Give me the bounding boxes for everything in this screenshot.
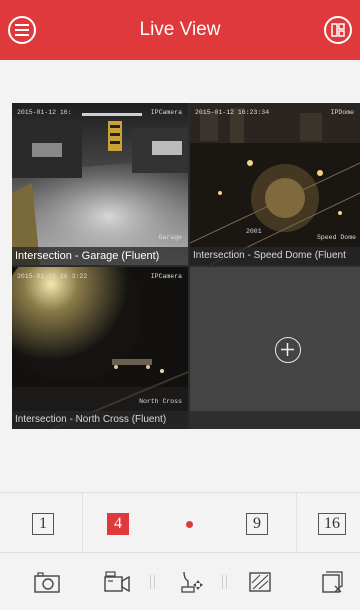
layout-selector-bar: 1 4 9 16 [0, 492, 360, 553]
quality-icon[interactable] [246, 569, 276, 595]
menu-icon[interactable] [8, 16, 36, 44]
live-view-screen: Live View 2015-01-12 16: IPCamera Garage… [0, 0, 360, 610]
toolbar-divider [150, 575, 155, 589]
pane-caption: Intersection - Garage (Fluent) [12, 247, 188, 265]
layout-16-button[interactable]: 16 [318, 513, 346, 535]
camera-name-overlay: IPCamera [150, 273, 182, 280]
camera-name-overlay: IPDome [330, 109, 354, 116]
pane-caption: Intersection - North Cross (Fluent) [12, 411, 188, 429]
timestamp-overlay: 2015-01-12 16 3:22 [17, 273, 88, 280]
location-overlay: North Cross [139, 398, 182, 405]
video-pane-speed-dome[interactable]: 2015-01-12 16:23:34 IPDome 2001 Speed Do… [190, 103, 360, 265]
toolbar-divider [222, 575, 227, 589]
close-all-icon[interactable] [318, 569, 348, 595]
video-pane-garage[interactable]: 2015-01-12 16: IPCamera Garage Intersect… [12, 103, 188, 265]
channel-number-overlay: 2001 [246, 228, 262, 235]
add-camera-icon[interactable] [275, 337, 301, 363]
location-overlay: Speed Dome [316, 234, 356, 241]
video-pane-north-cross[interactable]: 2015-01-12 16 3:22 IPCamera North Cross … [12, 267, 188, 429]
divider [82, 493, 83, 553]
pane-caption [190, 411, 360, 429]
ptz-icon[interactable] [176, 569, 206, 595]
timestamp-overlay: 2015-01-12 16: [17, 109, 72, 116]
header-bar: Live View [0, 0, 360, 60]
pane-caption: Intersection - Speed Dome (Fluent [190, 247, 360, 265]
bottom-toolbar [0, 552, 360, 610]
layout-9-button[interactable]: 9 [246, 513, 268, 535]
record-icon[interactable] [102, 569, 132, 595]
layout-4-button[interactable]: 4 [107, 513, 129, 535]
device-list-icon[interactable] [324, 16, 352, 44]
video-pane-empty[interactable] [190, 267, 360, 429]
capture-icon[interactable] [32, 569, 62, 595]
page-indicator-dot [186, 521, 193, 528]
page-title: Live View [139, 19, 221, 40]
layout-1-button[interactable]: 1 [32, 513, 54, 535]
location-overlay: Garage [158, 234, 182, 241]
divider [296, 493, 297, 553]
video-grid: 2015-01-12 16: IPCamera Garage Intersect… [12, 103, 360, 429]
timestamp-overlay: 2015-01-12 16:23:34 [195, 109, 270, 116]
camera-name-overlay: IPCamera [150, 109, 182, 116]
